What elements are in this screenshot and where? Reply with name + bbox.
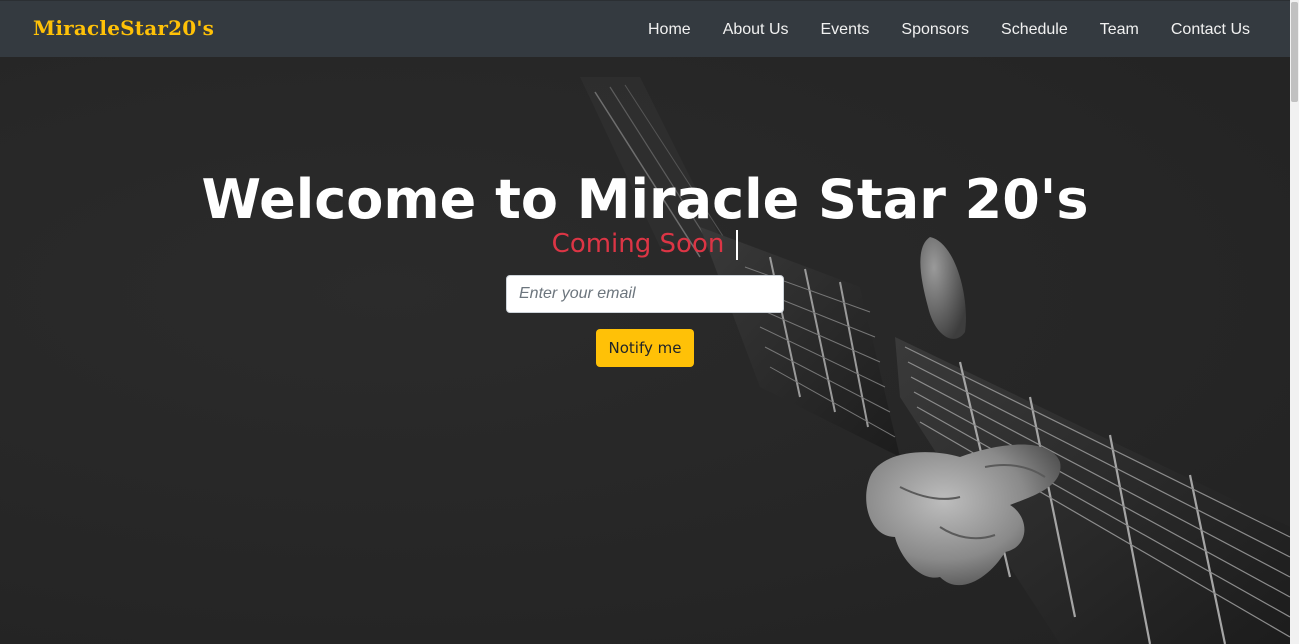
nav-link-about-us[interactable]: About Us xyxy=(707,13,805,47)
nav-item-schedule: Schedule xyxy=(985,13,1084,47)
nav-link-home[interactable]: Home xyxy=(632,13,707,47)
scrollbar-thumb[interactable] xyxy=(1291,2,1298,102)
typing-caret-icon xyxy=(736,229,739,260)
brand-logo-link[interactable]: MiracleStar20's xyxy=(33,16,214,40)
nav-menu: Home About Us Events Sponsors Schedule T… xyxy=(632,1,1266,58)
coming-soon-text: Coming Soon xyxy=(551,229,725,259)
nav-link-contact-us[interactable]: Contact Us xyxy=(1155,13,1266,47)
nav-item-contact-us: Contact Us xyxy=(1155,13,1266,47)
nav-item-sponsors: Sponsors xyxy=(885,13,985,47)
coming-soon-text-wrapper: Coming Soon xyxy=(0,227,1290,261)
nav-item-home: Home xyxy=(632,13,707,47)
nav-link-schedule[interactable]: Schedule xyxy=(985,13,1084,47)
nav-link-sponsors[interactable]: Sponsors xyxy=(885,13,985,47)
hero-title: Welcome to Miracle Star 20's xyxy=(201,168,1089,231)
notify-me-button[interactable]: Notify me xyxy=(596,329,694,367)
nav-item-events: Events xyxy=(805,13,886,47)
nav-link-team[interactable]: Team xyxy=(1084,13,1155,47)
nav-link-events[interactable]: Events xyxy=(805,13,886,47)
nav-item-team: Team xyxy=(1084,13,1155,47)
navbar: MiracleStar20's Home About Us Events Spo… xyxy=(0,0,1290,57)
scrollbar[interactable] xyxy=(1290,0,1299,644)
nav-item-about-us: About Us xyxy=(707,13,805,47)
hero-section: Welcome to Miracle Star 20's Coming Soon… xyxy=(0,57,1290,644)
email-input[interactable] xyxy=(506,275,784,313)
page: MiracleStar20's Home About Us Events Spo… xyxy=(0,0,1299,644)
